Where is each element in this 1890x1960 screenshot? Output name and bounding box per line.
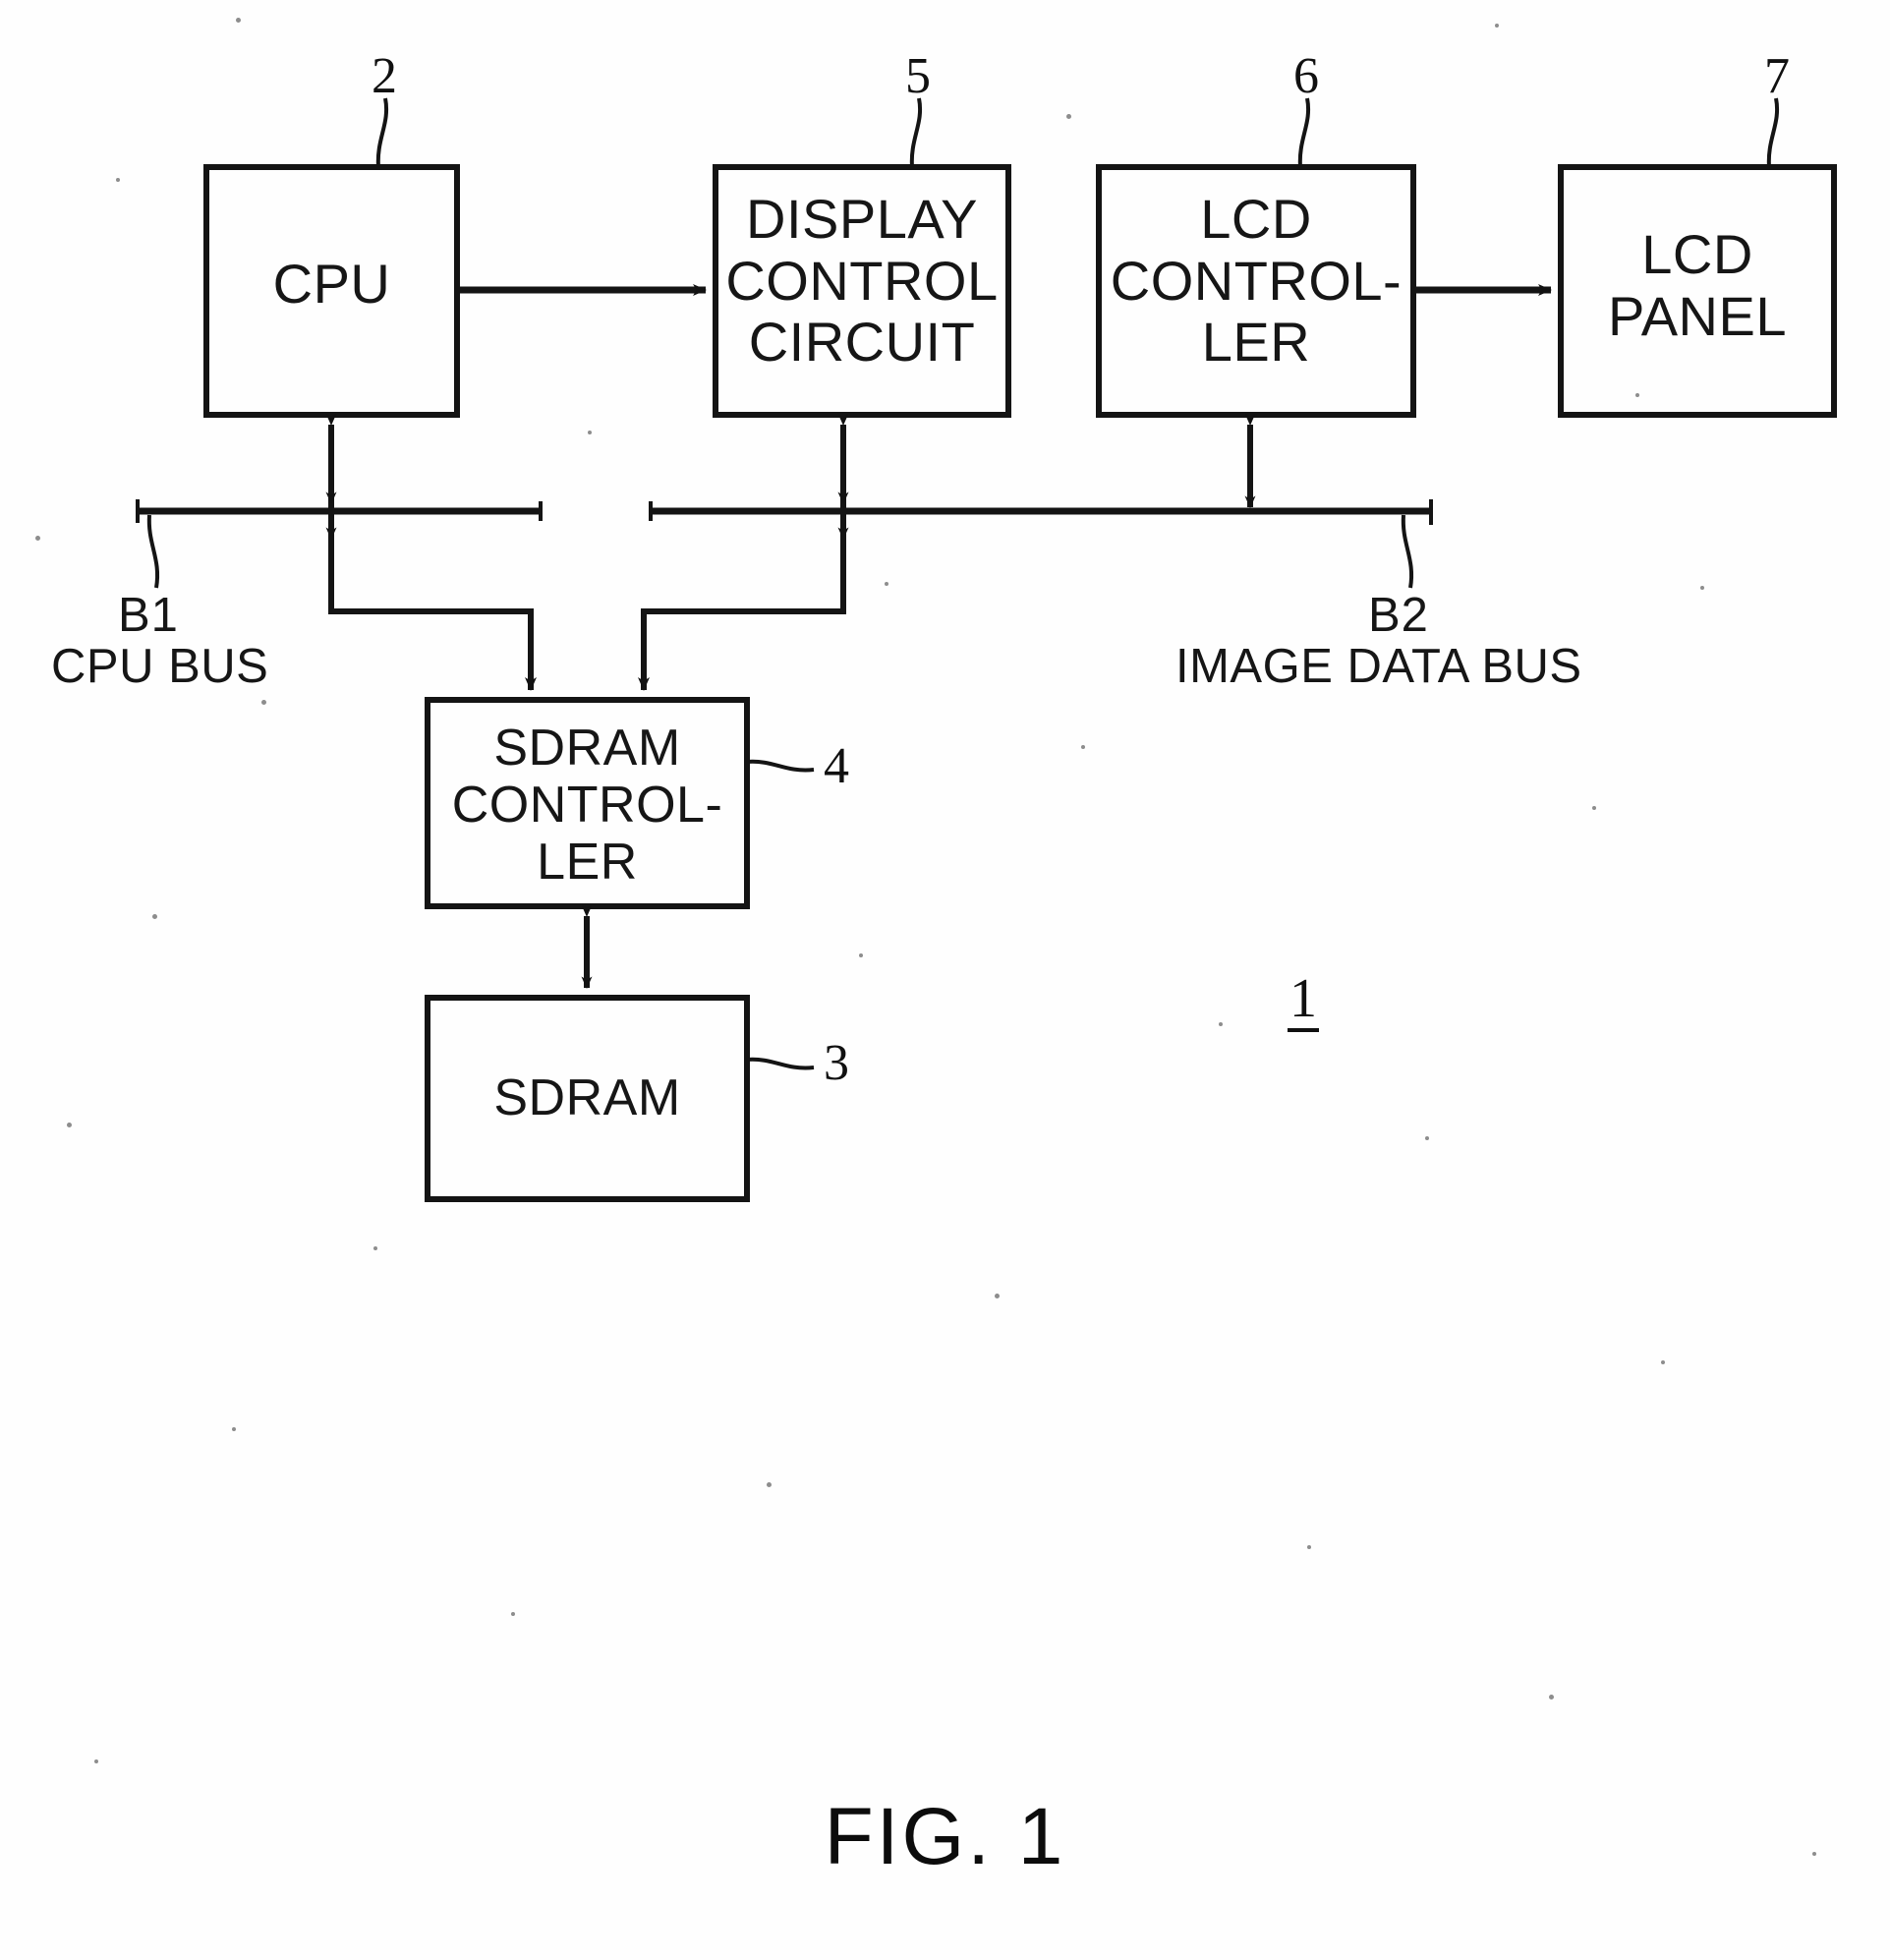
ref-numeral-system: 1 <box>1288 971 1319 1032</box>
leader-line-bus-b2 <box>1401 514 1414 589</box>
leader-line-ref-2 <box>375 97 389 168</box>
leader-line-ref-4 <box>746 759 815 773</box>
ref-numeral-sdram-ctrl: 4 <box>824 738 849 794</box>
ref-numeral-lcd-panel: 7 <box>1764 48 1790 104</box>
leader-line-bus-b1 <box>146 514 160 589</box>
bus-b1-name: B1 <box>118 589 179 642</box>
block-sdram-rect <box>425 995 750 1202</box>
ref-numeral-lcd-controller: 6 <box>1293 48 1319 104</box>
block-cpu-rect <box>203 164 460 418</box>
bus-b1-description: CPU BUS <box>51 640 269 693</box>
block-display-ctrl-rect <box>713 164 1011 418</box>
patent-figure-page: CPU DISPLAY CONTROL CIRCUIT LCD CONTROL-… <box>0 0 1890 1960</box>
ref-numeral-display-ctrl: 5 <box>905 48 931 104</box>
ref-numeral-sdram: 3 <box>824 1035 849 1091</box>
leader-line-ref-7 <box>1766 97 1780 168</box>
block-diagram-canvas <box>136 97 1837 1202</box>
block-lcd-panel-rect <box>1558 164 1837 418</box>
figure-caption: FIG. 1 <box>824 1792 1066 1881</box>
leader-line-ref-5 <box>909 97 923 168</box>
ref-numeral-cpu: 2 <box>372 48 397 104</box>
block-sdram-ctrl-rect <box>425 697 750 909</box>
leader-line-ref-3 <box>746 1057 815 1070</box>
bus-b2-description: IMAGE DATA BUS <box>1175 640 1582 693</box>
bus-b2-name: B2 <box>1368 589 1429 642</box>
conn-b1-to-sdram-ctrl <box>328 511 537 691</box>
block-lcd-controller-rect <box>1096 164 1416 418</box>
leader-line-ref-6 <box>1297 97 1311 168</box>
conn-b2-to-sdram-ctrl <box>638 511 846 691</box>
